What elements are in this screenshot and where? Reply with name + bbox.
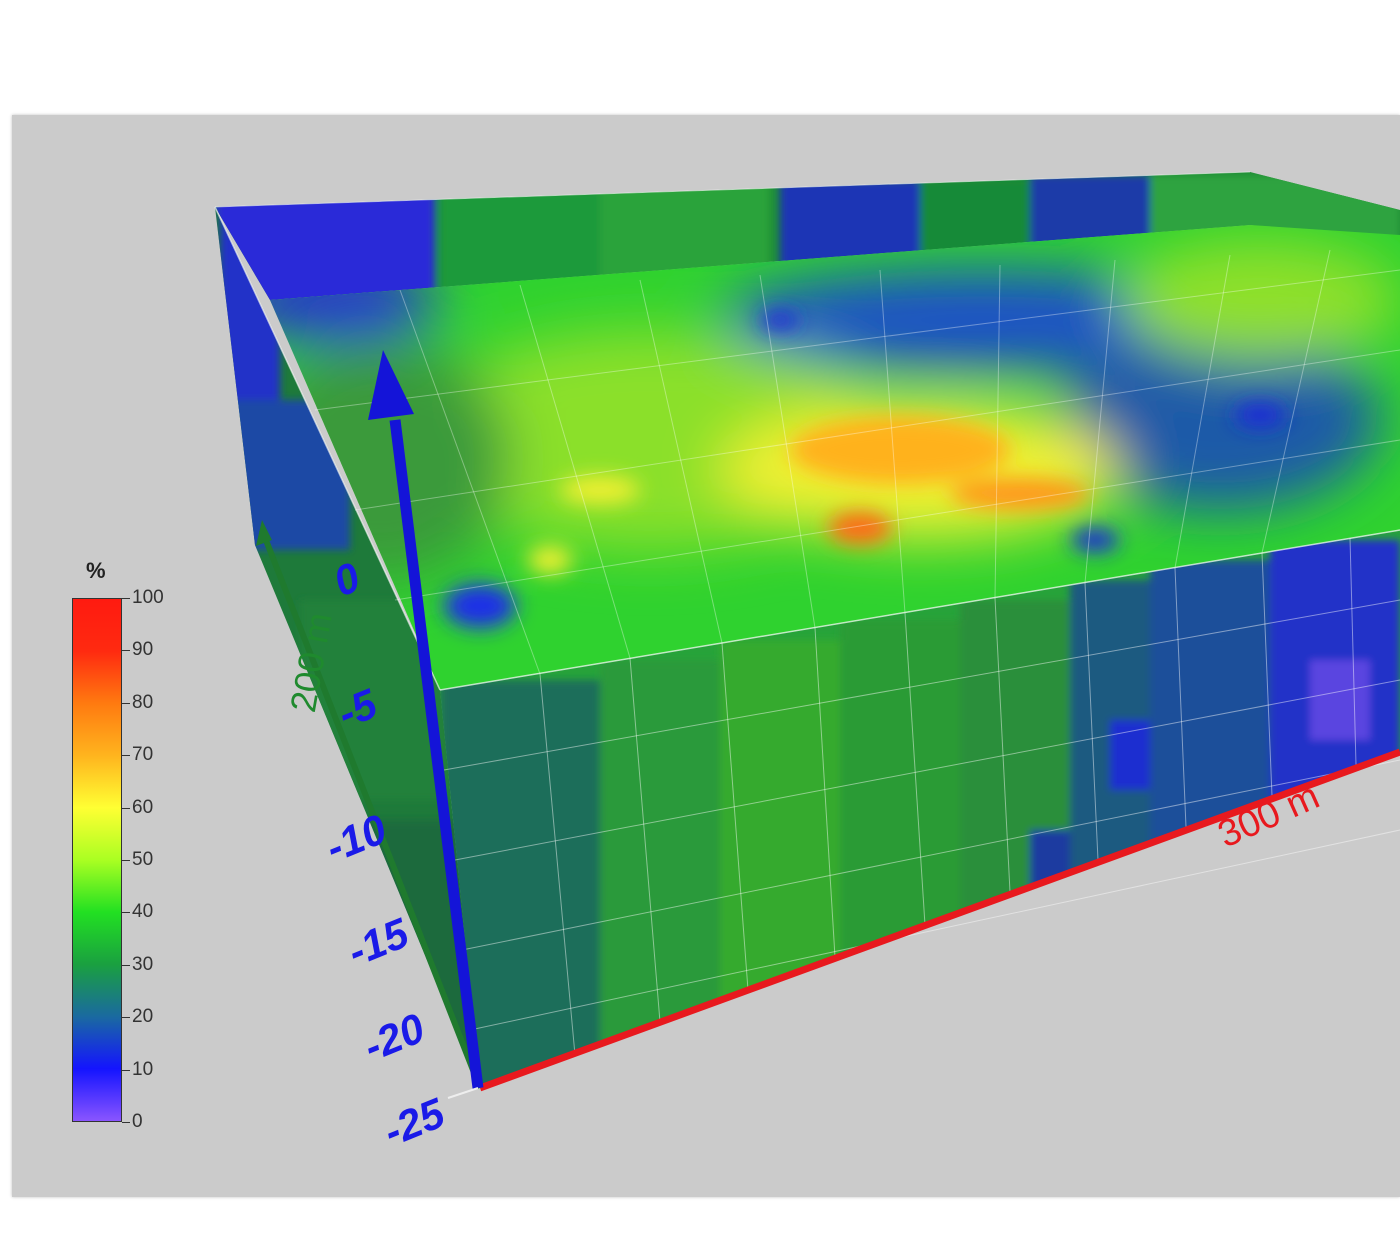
colorbar-tick-label: 10 [132, 1058, 154, 1080]
z-tick [447, 1087, 479, 1099]
colorbar-tick-label: 50 [132, 849, 154, 870]
colorbar-tick-label: 100 [132, 587, 164, 608]
colorbar-tick-mark [122, 598, 130, 599]
colorbar-tick-label: 0 [132, 1111, 143, 1132]
colorbar-tick-mark [122, 912, 130, 914]
colorbar-tick-label: 80 [132, 691, 154, 713]
colorbar-tick-label: 90 [132, 639, 154, 661]
colorbar-tick-label: 30 [132, 953, 154, 975]
colorbar-tick-mark [122, 702, 130, 704]
colorbar-tick-mark [122, 650, 130, 652]
colorbar-unit: % [86, 558, 106, 583]
colorbar-tick-mark [122, 1069, 130, 1071]
colorbar-tick-mark [122, 807, 130, 809]
colorbar [72, 598, 122, 1122]
volume-render [214, 171, 1400, 1099]
colorbar-tick-label: 60 [132, 796, 154, 818]
colorbar-tick-mark [122, 964, 130, 966]
colorbar-tick-label: 20 [132, 1006, 154, 1028]
colorbar-tick-mark [122, 860, 130, 861]
colorbar-tick-label: 40 [132, 901, 154, 923]
colorbar-tick-mark [122, 1122, 130, 1123]
colorbar-tick-label: 70 [132, 744, 154, 766]
colorbar-tick-mark [122, 1017, 130, 1019]
colorbar-tick-mark [122, 755, 130, 757]
